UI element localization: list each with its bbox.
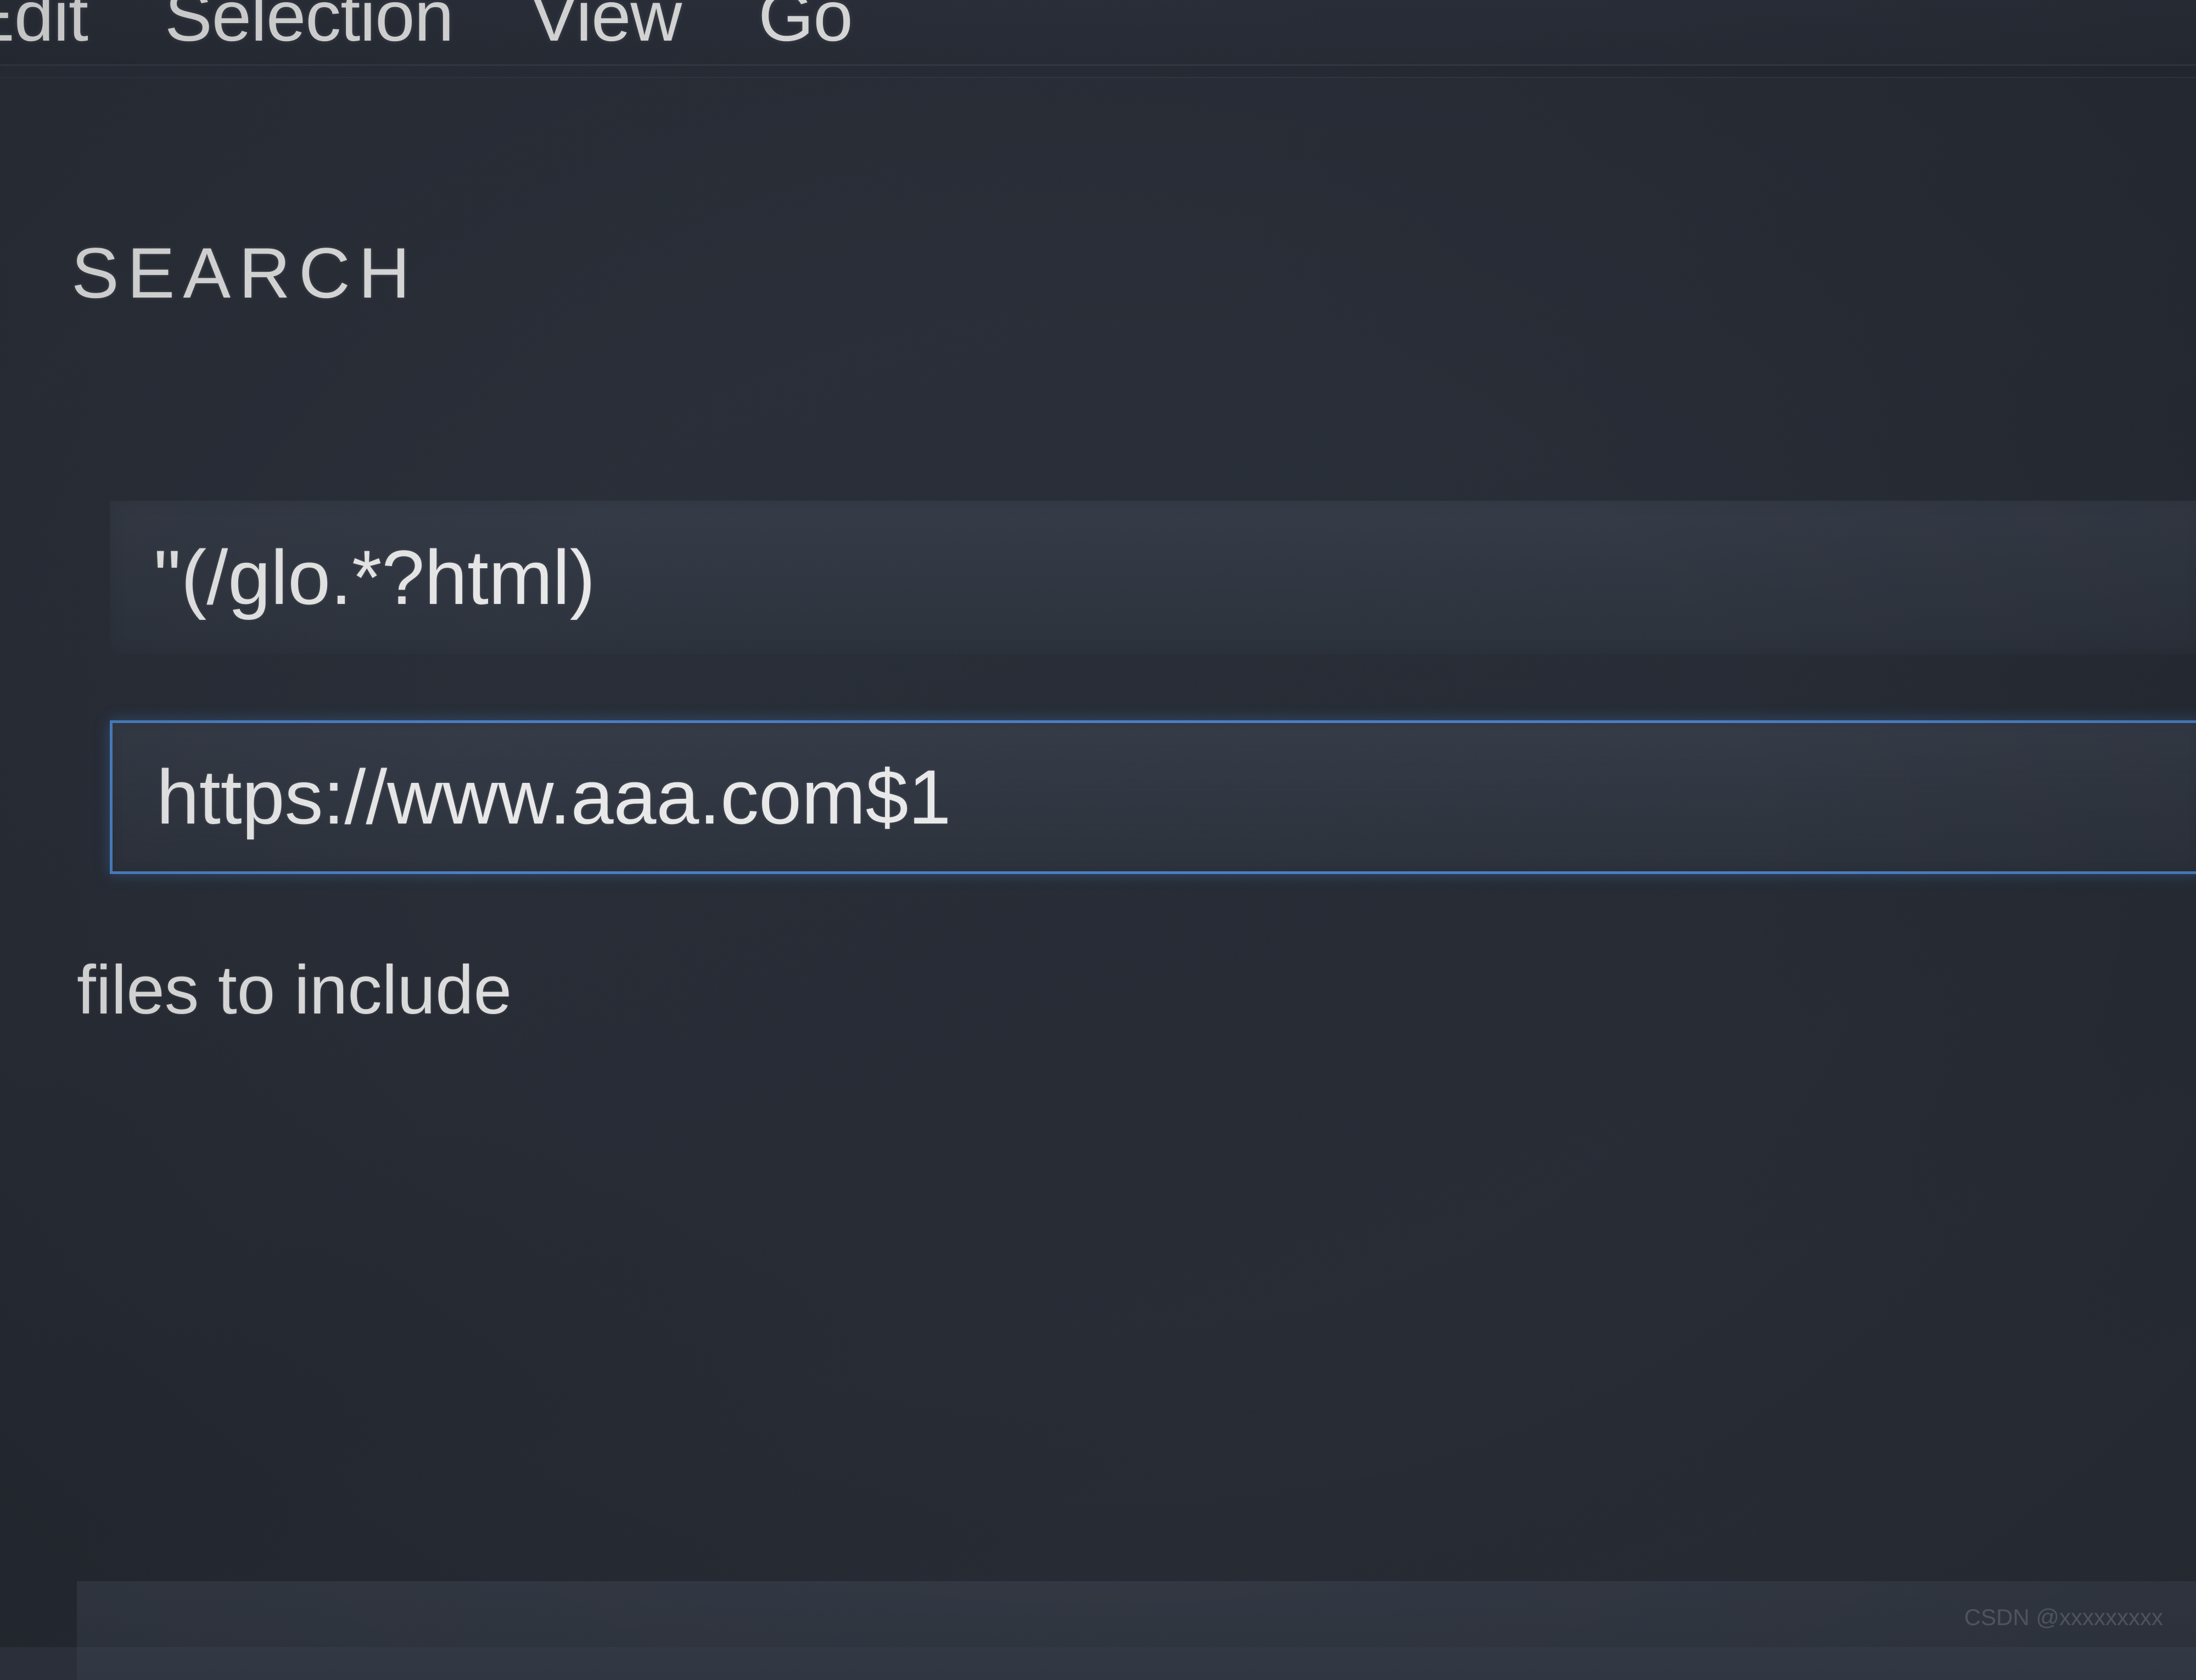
files-to-include-input[interactable]: [77, 1581, 2196, 1680]
search-input[interactable]: "(/glo.*?html): [110, 501, 2196, 654]
menu-view[interactable]: View: [530, 0, 681, 57]
watermark: CSDN @xxxxxxxxx: [1964, 1604, 2163, 1631]
menu-selection[interactable]: Selection: [165, 0, 453, 57]
files-to-include-label: files to include: [77, 951, 2196, 1029]
search-input-value: "(/glo.*?html): [154, 533, 595, 622]
menubar: Edit Selection View Go: [0, 0, 2196, 66]
menu-edit[interactable]: Edit: [0, 0, 88, 57]
replace-input[interactable]: https://www.aaa.com$1: [110, 720, 2196, 874]
menu-go[interactable]: Go: [758, 0, 852, 57]
replace-input-value: https://www.aaa.com$1: [156, 753, 951, 842]
search-panel: SEARCH "(/glo.*?html) https://www.aaa.co…: [0, 77, 2196, 1647]
search-panel-title: SEARCH: [71, 232, 2196, 314]
